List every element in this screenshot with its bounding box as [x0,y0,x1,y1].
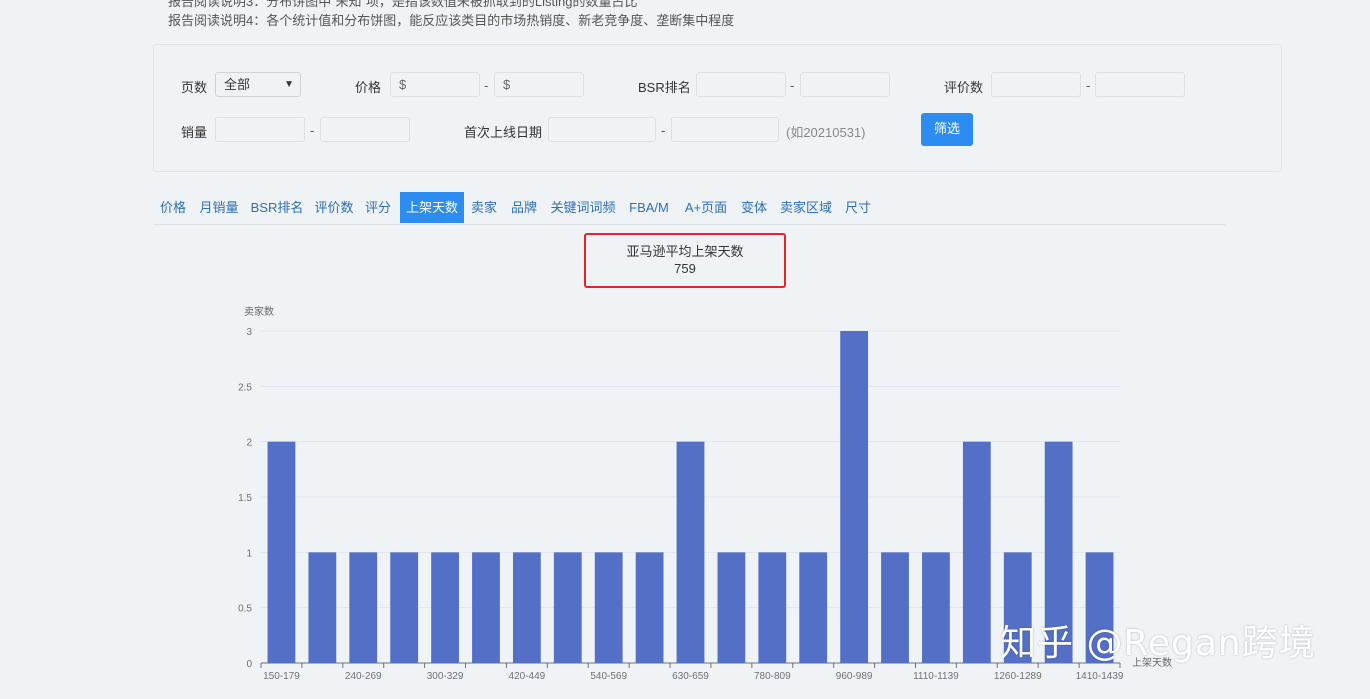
bar-840-869[interactable] [799,552,828,663]
bar-420-449[interactable] [512,552,541,663]
bsr-max-input[interactable] [800,72,890,97]
filter-panel: 页数 全部 ▼ 价格 $ - $ BSR排名 - 评价数 - 销量 - 首次上线… [153,44,1282,172]
tab-listing-days[interactable]: 上架天数 [400,192,464,223]
x-tick-label: 1410-1439 [1076,671,1124,682]
tab-a-plus-page[interactable]: A+页面 [681,192,731,223]
price-min-input[interactable]: $ [390,72,480,97]
x-tick-label: 780-809 [754,671,791,682]
reviews-min-input[interactable] [991,72,1081,97]
tab-bsr-rank[interactable]: BSR排名 [249,192,305,223]
bar-600-629[interactable] [635,552,664,663]
tab-size[interactable]: 尺寸 [842,192,874,223]
chevron-down-icon: ▼ [284,79,294,90]
bar-780-809[interactable] [758,552,787,663]
x-tick-label: 300-329 [427,671,464,682]
tab-rating[interactable]: 评分 [362,192,394,223]
bar-150-179[interactable] [267,441,296,663]
bar-1110-1139[interactable] [922,552,950,663]
reviews-label: 评价数 [944,80,984,95]
x-tick-label: 240-269 [345,671,382,682]
report-notes: 报告阅读说明3：分布饼图中“未知”项，是指该数值未被抓取到的Listing的数量… [168,0,734,30]
y-tick-label: 1 [246,548,252,559]
reviews-dash: - [1086,78,1091,93]
y-tick-label: 2 [246,438,252,449]
x-tick-label: 1110-1139 [913,671,959,682]
bar-360-389[interactable] [472,552,500,663]
y-tick-label: 3 [246,327,252,338]
first-date-start-input[interactable] [548,117,656,142]
bsr-dash: - [790,78,795,93]
pages-select[interactable]: 全部 ▼ [215,72,301,97]
average-listing-days-box: 亚马逊平均上架天数 759 [584,233,786,288]
first-date-label: 首次上线日期 [464,125,543,140]
tab-review-count[interactable]: 评价数 [312,192,356,223]
pages-label: 页数 [181,80,208,95]
sales-max-input[interactable] [320,117,410,142]
date-dash: - [661,123,666,138]
y-axis-label: 卖家数 [244,305,274,318]
bsr-label: BSR排名 [638,80,691,95]
bar-1170-1199[interactable] [962,441,991,663]
average-listing-days-title: 亚马逊平均上架天数 [626,244,744,259]
bar-240-269[interactable] [349,552,378,663]
reviews-max-input[interactable] [1095,72,1185,97]
sales-min-input[interactable] [215,117,305,142]
bar-630-659[interactable] [676,441,705,663]
price-label: 价格 [355,80,382,95]
bar-990-1019[interactable] [881,552,909,663]
watermark-text: 知乎 @Regan跨境 [1000,623,1316,664]
tab-keyword-frequency[interactable]: 关键词词频 [547,192,619,223]
tab-brand[interactable]: 品牌 [508,192,540,223]
y-tick-label: 2.5 [238,382,252,393]
bar-540-569[interactable] [594,552,623,663]
bar-480-509[interactable] [553,552,582,663]
sales-label: 销量 [181,125,208,140]
x-tick-label: 150-179 [263,671,300,682]
y-tick-label: 1.5 [238,493,252,504]
bar-690-719[interactable] [717,552,746,663]
report-note-3: 报告阅读说明3：分布饼图中“未知”项，是指该数值未被抓取到的Listing的数量… [168,0,638,9]
bar-300-329[interactable] [431,552,459,663]
bar-180-209[interactable] [308,552,337,663]
metric-tabs: 价格 月销量 BSR排名 评价数 评分 上架天数 卖家 品牌 关键词词频 FBA… [153,192,1225,225]
price-max-input[interactable]: $ [494,72,584,97]
tab-price[interactable]: 价格 [156,192,190,223]
y-tick-label: 0.5 [238,604,252,615]
average-listing-days-value: 759 [674,261,696,276]
price-dash: - [484,78,489,93]
x-tick-label: 420-449 [509,671,546,682]
sales-dash: - [310,123,315,138]
tab-seller[interactable]: 卖家 [468,192,500,223]
bar-270-299[interactable] [390,552,419,663]
bar-960-989[interactable] [840,331,869,663]
tab-seller-region[interactable]: 卖家区域 [777,192,835,223]
x-tick-label: 540-569 [590,671,627,682]
tab-monthly-sales[interactable]: 月销量 [196,192,242,223]
bsr-min-input[interactable] [696,72,786,97]
x-tick-label: 630-659 [672,671,709,682]
filter-button[interactable]: 筛选 [921,113,973,146]
report-note-4: 报告阅读说明4：各个统计值和分布饼图，能反应该类目的市场热销度、新老竞争度、垄断… [168,13,735,28]
tab-fba-fbm[interactable]: FBA/M [625,192,673,223]
x-tick-label: 960-989 [836,671,873,682]
date-format-hint: (如20210531) [786,125,866,140]
first-date-end-input[interactable] [671,117,779,142]
pages-select-value: 全部 [224,77,251,92]
x-tick-label: 1260-1289 [994,671,1042,682]
y-tick-label: 0 [246,659,252,670]
tab-variants[interactable]: 变体 [738,192,770,223]
